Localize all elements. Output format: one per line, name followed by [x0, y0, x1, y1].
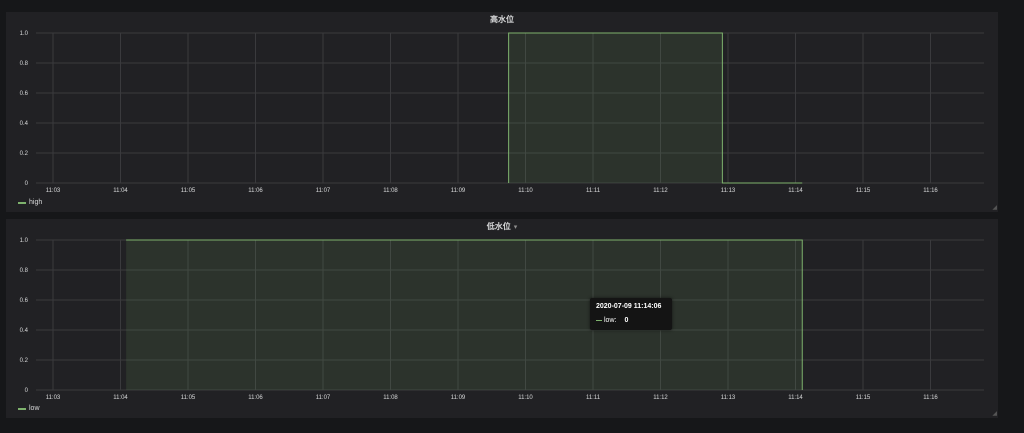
- x-tick-label: 11:06: [248, 395, 263, 401]
- series-area-high: [508, 33, 803, 183]
- tooltip-series: low:: [604, 317, 617, 324]
- x-tick-label: 11:11: [586, 188, 601, 194]
- legend-item-low[interactable]: low: [18, 405, 40, 412]
- y-tick-label: 1.0: [20, 31, 29, 37]
- x-tick-label: 11:12: [653, 395, 668, 401]
- y-tick-label: 0.4: [20, 121, 29, 127]
- x-tick-label: 11:08: [383, 188, 398, 194]
- tooltip-row: low: 0: [596, 317, 628, 324]
- x-tick-label: 11:15: [856, 395, 871, 401]
- chart-low[interactable]: 0 0.2 0.4 0.6 0.8 1.0 11:03 11:04 11:05 11:06 11:0…: [6, 219, 998, 418]
- x-tick-label: 11:04: [113, 188, 128, 194]
- y-tick-label: 0.2: [20, 151, 29, 157]
- y-tick-label: 0.6: [20, 298, 29, 304]
- tooltip-swatch: [596, 320, 602, 321]
- x-tick-label: 11:12: [653, 188, 668, 194]
- x-tick-label: 11:03: [46, 395, 61, 401]
- x-tick-label: 11:06: [248, 188, 263, 194]
- legend-item-high[interactable]: high: [18, 199, 42, 206]
- x-tick-label: 11:15: [856, 188, 871, 194]
- x-tick-label: 11:11: [586, 395, 601, 401]
- x-tick-label: 11:10: [518, 188, 533, 194]
- legend-swatch: [18, 201, 26, 204]
- x-tick-label: 11:14: [788, 395, 803, 401]
- y-tick-label: 0.6: [20, 91, 29, 97]
- legend-label: low: [29, 405, 40, 412]
- y-tick-label: 0.8: [20, 61, 29, 67]
- chart-high[interactable]: 0 0.2 0.4 0.6 0.8 1.0 11:03 11:04 11:05 11:06 11:0…: [6, 12, 998, 212]
- x-tick-label: 11:09: [451, 188, 466, 194]
- tooltip-time: 2020-07-09 11:14:06: [596, 303, 662, 310]
- x-tick-label: 11:09: [451, 395, 466, 401]
- series-area-low: [126, 240, 803, 390]
- x-tick-label: 11:16: [923, 188, 938, 194]
- x-tick-label: 11:14: [788, 188, 803, 194]
- x-tick-label: 11:04: [113, 395, 128, 401]
- x-tick-label: 11:16: [923, 395, 938, 401]
- y-tick-label: 0: [25, 388, 29, 394]
- x-tick-label: 11:05: [181, 395, 196, 401]
- panel-high-water[interactable]: 高水位 0 0.2 0.4 0.6 0.8 1.0 11:03 11:04 11:05 11:06…: [6, 12, 998, 212]
- resize-handle-icon[interactable]: ◢: [992, 410, 997, 417]
- y-tick-label: 0.4: [20, 328, 29, 334]
- x-tick-label: 11:07: [316, 188, 331, 194]
- y-tick-label: 0.8: [20, 268, 29, 274]
- y-tick-label: 1.0: [20, 238, 29, 244]
- x-tick-label: 11:05: [181, 188, 196, 194]
- x-tick-label: 11:08: [383, 395, 398, 401]
- x-tick-label: 11:03: [46, 188, 61, 194]
- legend-label: high: [29, 199, 43, 206]
- graph-tooltip: 2020-07-09 11:14:06 low: 0: [590, 298, 672, 330]
- tooltip-value: 0: [624, 317, 629, 324]
- y-tick-label: 0: [25, 181, 29, 187]
- x-tick-label: 11:13: [721, 395, 736, 401]
- resize-handle-icon[interactable]: ◢: [992, 204, 997, 211]
- panel-low-water[interactable]: 低水位 ▾ 0 0.2 0.4 0.6 0.8 1.0 11:03 11:04 11:05 11:0…: [6, 219, 998, 418]
- legend-swatch: [18, 407, 26, 410]
- x-tick-label: 11:07: [316, 395, 331, 401]
- y-tick-label: 0.2: [20, 358, 29, 364]
- x-tick-label: 11:10: [518, 395, 533, 401]
- x-tick-label: 11:13: [721, 188, 736, 194]
